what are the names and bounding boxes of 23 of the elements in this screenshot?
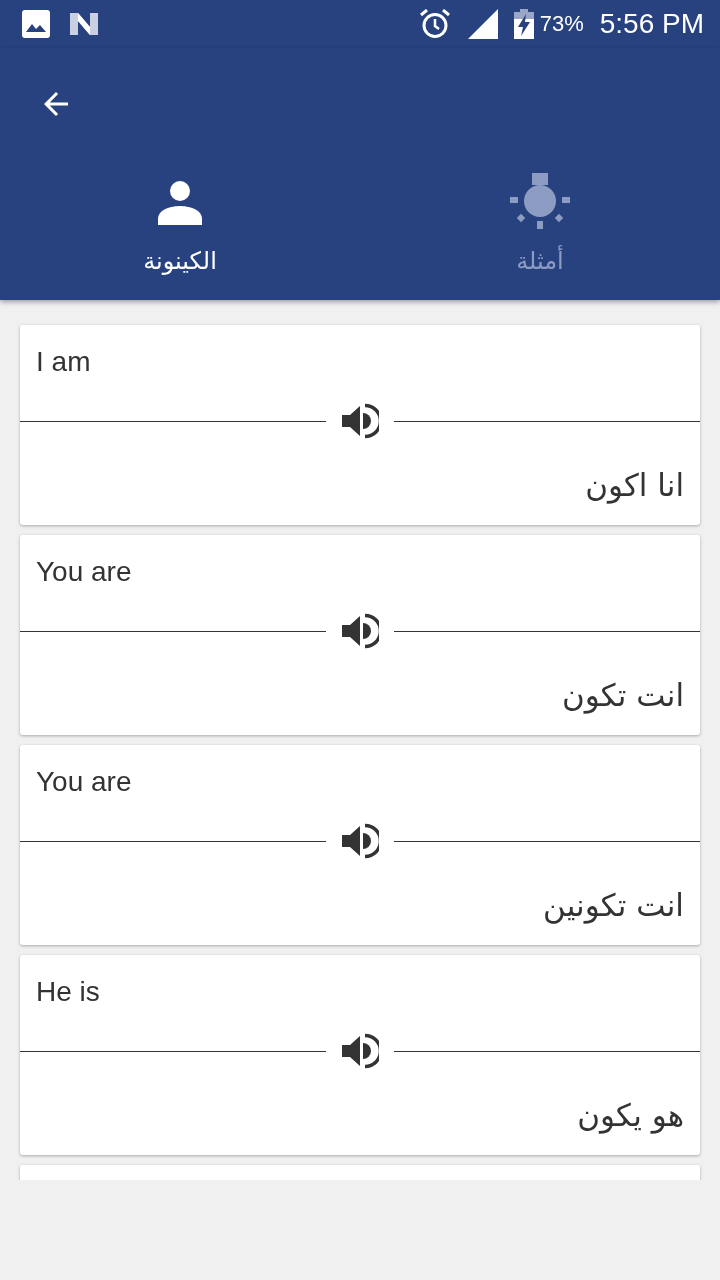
lightbulb-icon — [510, 173, 570, 231]
speaker-icon[interactable] — [341, 612, 379, 650]
arabic-phrase: انا اكون — [585, 466, 684, 505]
speaker-icon[interactable] — [341, 822, 379, 860]
signal-icon — [467, 9, 498, 39]
arabic-phrase: انت تكونين — [543, 886, 684, 925]
tab[interactable]: أمثلة — [360, 160, 720, 300]
alarm-clock-icon — [419, 9, 450, 39]
english-phrase: You are — [35, 555, 133, 589]
arabic-phrase: انت تكون — [561, 676, 684, 715]
person-icon — [157, 179, 203, 225]
battery-percentage: 73% — [539, 11, 584, 37]
clock-time: 5:56 PM — [599, 8, 704, 40]
battery-charging-icon — [513, 9, 534, 39]
speaker-icon[interactable] — [341, 1032, 379, 1070]
arabic-phrase: هو يكون — [577, 1096, 684, 1135]
image-icon — [22, 10, 50, 38]
n-logo-icon — [70, 10, 98, 38]
english-phrase: You are — [35, 765, 133, 799]
speaker-icon[interactable] — [341, 402, 379, 440]
english-phrase: He is — [35, 975, 101, 1009]
tab[interactable]: الكينونة — [0, 160, 360, 300]
english-phrase: I am — [35, 345, 92, 379]
